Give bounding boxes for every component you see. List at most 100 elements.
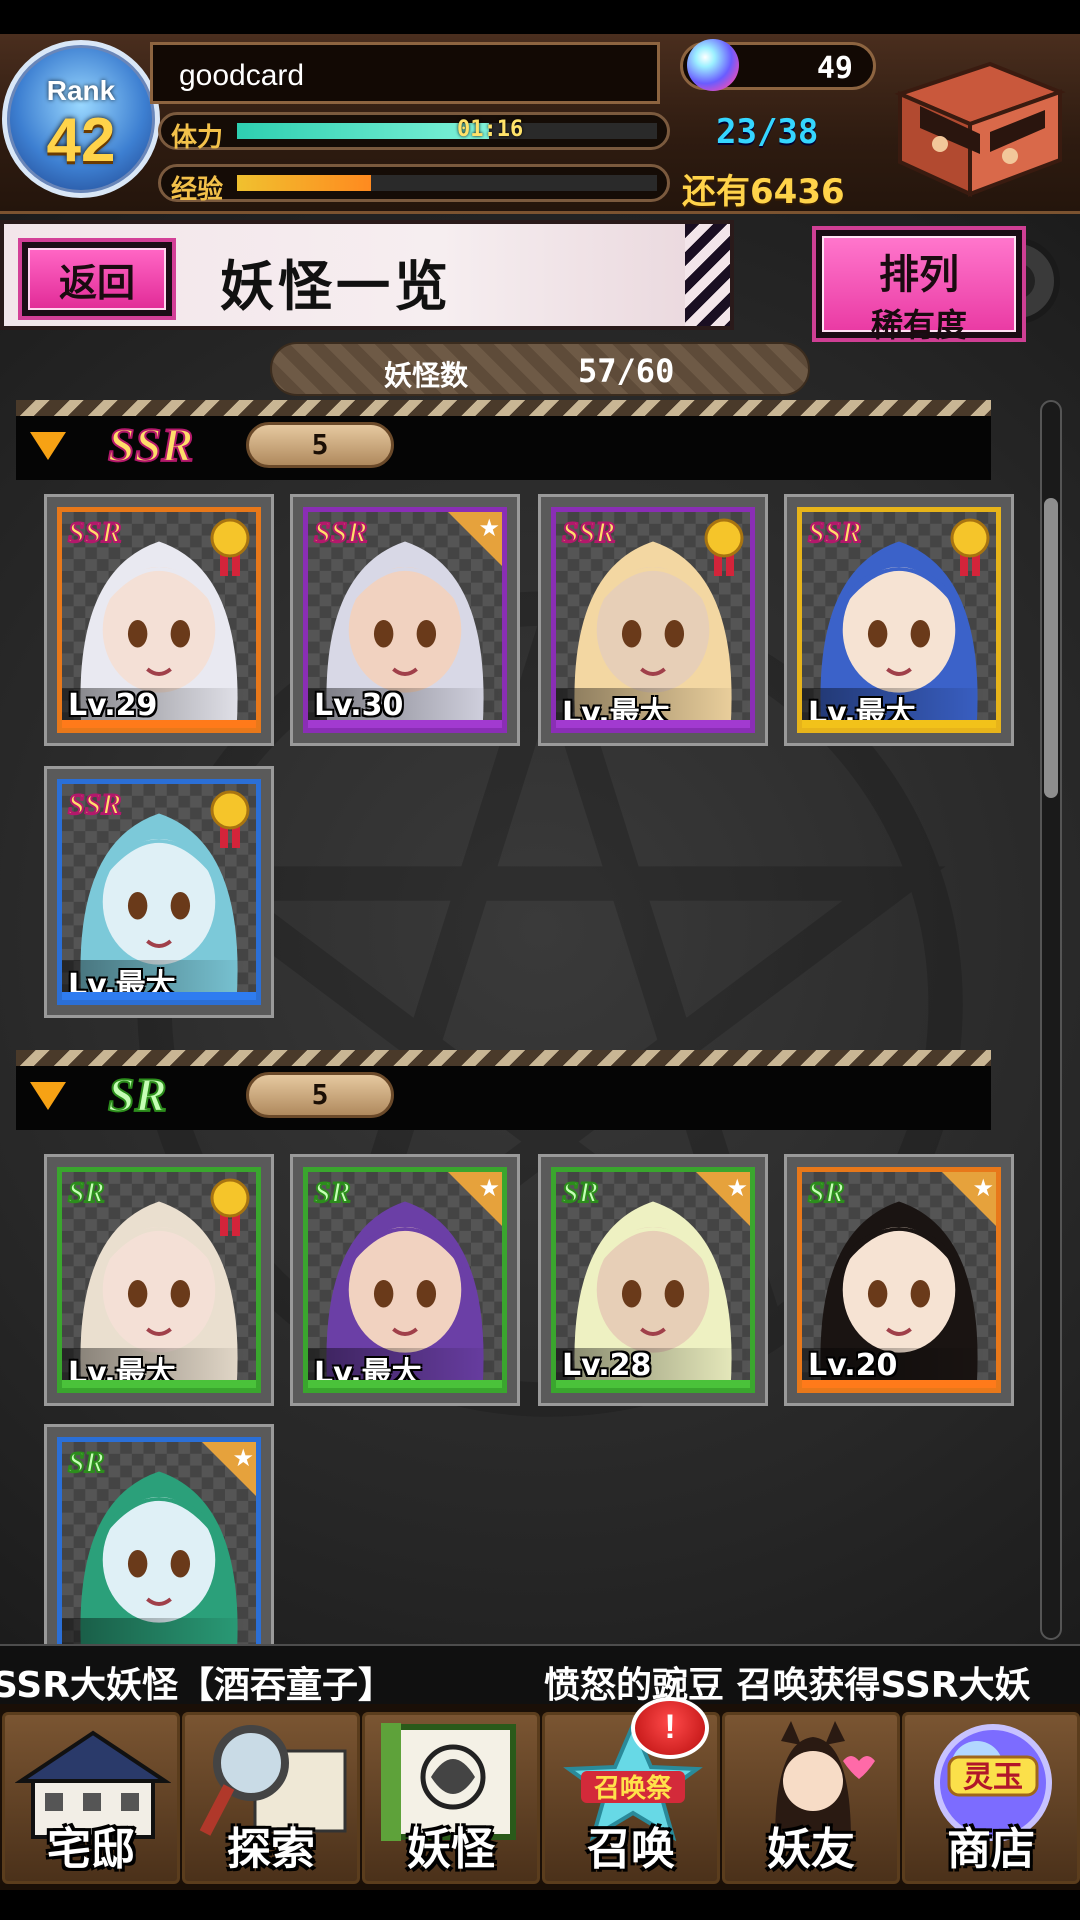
yokai-count-value: 57/60 [578,352,675,390]
nav-label: 妖友 [767,1824,855,1875]
yokai-card[interactable]: SR Lv.最大 [44,1154,274,1406]
nav-label: 探索 [227,1824,315,1875]
yokai-card-art: SR ★ Lv.28 [551,1167,755,1393]
rank-label: Rank [46,75,116,106]
gold-medal-icon [210,790,250,848]
card-rarity-tag: SSR [67,787,122,822]
player-name-box: goodcard [150,42,660,104]
collapse-arrow-icon[interactable] [30,1082,66,1110]
yokai-card[interactable]: SR ★ [44,1424,274,1644]
treasure-chest-icon[interactable] [880,44,1070,204]
nav-shop[interactable]: 灵玉 商店 [902,1712,1080,1884]
section-header-sr[interactable]: SR 5 [16,1050,991,1130]
nav-label: 商店 [947,1824,1035,1875]
card-level-bar [308,720,502,728]
rope-decoration [16,400,991,416]
sort-button[interactable]: 排列 稀有度 [812,218,1062,348]
rope-decoration [16,1050,991,1066]
yokai-card[interactable]: SSR ★ Lv.30 [290,494,520,746]
news-ticker: 得SSR大妖怪【酒吞童子】 愤怒的豌豆 召唤获得SSR大妖 [0,1644,1080,1704]
star-corner-icon: ★ [696,1172,750,1226]
yokai-card[interactable]: SSR Lv.最大 [44,766,274,1018]
orb-count: 49 [816,51,853,86]
card-level-bar [62,720,256,728]
scroll-thumb[interactable] [1044,498,1058,798]
star-corner-icon: ★ [448,512,502,566]
exp-label: 经验 [171,175,224,205]
section-rarity: SR [107,1068,168,1123]
yokai-card-art: SSR Lv.29 [57,507,261,733]
player-name: goodcard [179,59,305,92]
card-level-bar [802,1380,996,1388]
star-corner-icon: ★ [202,1442,256,1496]
card-level-bar [62,1380,256,1388]
nav-explore[interactable]: 探索 [182,1712,360,1884]
yokai-card[interactable]: SSR Lv.最大 [784,494,1014,746]
card-rarity-tag: SSR [313,515,368,550]
exp-remaining: 还有6436 [682,172,845,212]
spirit-orb-counter[interactable]: 49 [680,39,876,91]
exp-track [237,175,657,191]
stamina-label: 体力 [171,123,224,153]
card-rarity-tag: SSR [67,515,122,550]
yokai-card-art: SR ★ [57,1437,261,1644]
section-rarity: SSR [107,418,194,473]
yokai-card-art: SSR Lv.最大 [797,507,1001,733]
card-level-bar [62,992,256,1000]
stamina-timer: 01:16 [457,117,524,142]
title-bar: 返回 妖怪一览 [0,220,734,330]
section-count: 5 [246,1072,394,1118]
stamina-fill [237,123,489,139]
sort-value: 稀有度 [870,306,967,344]
card-level-bar [556,720,750,728]
gold-medal-icon [704,518,744,576]
ticker-text-2: 愤怒的豌豆 召唤获得SSR大妖 [544,1665,1031,1704]
shop-banner: 灵玉 [963,1760,1023,1795]
yokai-card[interactable]: SR ★ Lv.最大 [290,1154,520,1406]
gold-medal-icon [950,518,990,576]
back-button[interactable]: 返回 [18,238,176,320]
card-level-bar [556,1380,750,1388]
yokai-list-screen: 返回 妖怪一览 排列 稀有度 妖怪数 57/60 SSR 5 SSR Lv.29 S… [0,214,1080,1644]
nav-label: 召唤 [587,1824,675,1875]
yokai-card[interactable]: SSR Lv.29 [44,494,274,746]
rank-value: 42 [46,106,116,175]
yokai-card-art: SSR Lv.最大 [551,507,755,733]
gold-medal-icon [210,1178,250,1236]
stamina-value: 23/38 [716,112,819,152]
nav-yokai[interactable]: 妖怪 [362,1712,540,1884]
status-bar [0,0,1080,34]
bottom-nav: 宅邸 探索 妖怪 召唤祭 ! 召唤 妖友 灵玉 商店 [0,1697,1080,1890]
card-rarity-tag: SR [67,1175,106,1210]
nav-summon[interactable]: 召唤祭 ! 召唤 [542,1697,720,1884]
alert-badge: ! [631,1697,709,1759]
ticker-text-1: 得SSR大妖怪【酒吞童子】 [0,1665,394,1704]
card-level-bar [308,1380,502,1388]
card-rarity-tag: SR [67,1445,106,1480]
nav-mansion[interactable]: 宅邸 [2,1712,180,1884]
back-label: 返回 [58,259,135,305]
section-header-ssr[interactable]: SSR 5 [16,400,991,480]
spirit-orb-icon [687,39,739,91]
section-count: 5 [246,422,394,468]
stamina-track: 01:16 [237,117,657,142]
gold-medal-icon [210,518,250,576]
nav-friends[interactable]: 妖友 [722,1712,900,1884]
yokai-card[interactable]: SR ★ Lv.20 [784,1154,1014,1406]
yokai-card-art: SSR ★ Lv.30 [303,507,507,733]
star-corner-icon: ★ [448,1172,502,1226]
sort-title: 排列 [879,251,959,298]
exp-bar: 经验 [158,164,670,205]
rank-badge: Rank 42 [2,40,160,198]
title-pattern [685,224,730,326]
yokai-card[interactable]: SSR Lv.最大 [538,494,768,746]
collapse-arrow-icon[interactable] [30,432,66,460]
yokai-card[interactable]: SR ★ Lv.28 [538,1154,768,1406]
card-rarity-tag: SSR [807,515,862,550]
yokai-card-art: SR ★ Lv.最大 [303,1167,507,1393]
yokai-card-art: SSR Lv.最大 [57,779,261,1005]
yokai-count-label: 妖怪数 [384,359,469,392]
scrollbar[interactable] [1040,400,1062,1640]
player-header: Rank 42 goodcard 体力 01:16 经验 49 23/38 还有… [0,34,1080,214]
system-nav-bar [0,1890,1080,1920]
